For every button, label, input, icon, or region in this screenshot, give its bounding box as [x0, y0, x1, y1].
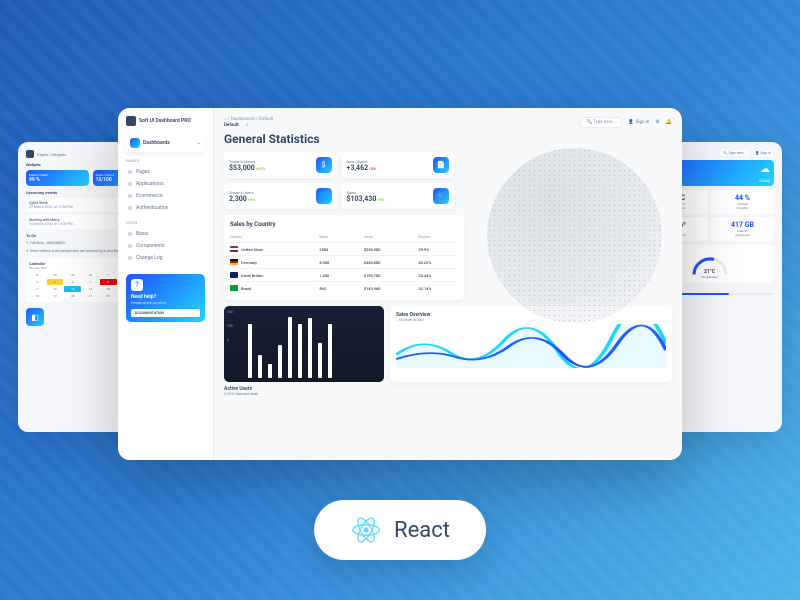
sidebar-item-authentication[interactable]: Authentication	[126, 202, 205, 214]
cart-icon: 🛒	[433, 188, 449, 204]
sidebar: Soft UI Dashboard PRO Dashboards ⌄ PAGES…	[118, 108, 214, 460]
sidebar-item-dashboards[interactable]: Dashboards ⌄	[126, 134, 205, 152]
stat-clients: New Clients+3,462 -2%📄	[342, 152, 455, 178]
sidebar-item-components[interactable]: Components	[126, 240, 205, 252]
sales-by-country-table: Sales by Country Country:Sales:Value:Bou…	[224, 215, 464, 300]
flag-de-icon	[230, 259, 238, 265]
search-input[interactable]: 🔍 Type here...	[720, 150, 749, 156]
page-title: General Statistics	[224, 132, 672, 146]
help-icon: ?	[131, 279, 143, 291]
sidebar-section-label: PAGES	[126, 158, 205, 163]
stat-users: Today's Users2,300 +3%🌐	[224, 183, 337, 209]
table-row[interactable]: Brazil562$143,96032.14%	[230, 281, 458, 294]
documentation-button[interactable]: DOCUMENTATION	[131, 309, 200, 317]
react-icon	[350, 514, 382, 546]
flag-gb-icon	[230, 272, 238, 278]
flag-us-icon	[230, 246, 238, 252]
sidebar-item-changelog[interactable]: Change Log	[126, 252, 205, 264]
content: ⌂ / Dashboards / Default Default ≡ 🔍 Typ…	[214, 108, 682, 460]
user-icon: 👤	[628, 120, 634, 125]
table-row[interactable]: Germany3.900$440,00040.22%	[230, 255, 458, 268]
metric-card: 44 %OutsideHumidity	[711, 190, 774, 214]
doc-icon: 📄	[433, 157, 449, 173]
bar-chart: 4002000	[224, 306, 384, 382]
shop-icon	[130, 138, 140, 148]
cloud-icon: ☁	[760, 164, 770, 175]
bell-icon[interactable]: 🔔	[666, 119, 672, 125]
sidebar-item-pages[interactable]: Pages	[126, 166, 205, 178]
sidebar-item-basic[interactable]: Basic	[126, 228, 205, 240]
sidebar-section-label: DOCS	[126, 220, 205, 225]
table-row[interactable]: United State2500$230,90029.9%	[230, 242, 458, 255]
breadcrumb: ⌂ / Dashboards / Default Default ≡	[224, 116, 273, 128]
menu-icon[interactable]: ≡	[246, 123, 249, 128]
react-label: React	[394, 518, 450, 543]
coins-icon: $	[316, 157, 332, 173]
sales-overview-chart: Sales Overview ↑ 4% more in 2021	[390, 306, 672, 382]
flag-br-icon	[230, 285, 238, 291]
signin-button[interactable]: 👤 Sign In	[752, 150, 774, 156]
breadcrumb: Pages / Widgets	[37, 152, 66, 157]
stat-money: Today's Money$53,000 +55%$	[224, 152, 337, 178]
table-row[interactable]: Great Britain1.400$190,70023.44%	[230, 268, 458, 281]
main-dashboard-card: Soft UI Dashboard PRO Dashboards ⌄ PAGES…	[118, 108, 682, 460]
globe-icon: 🌐	[316, 188, 332, 204]
logo-icon	[26, 150, 34, 158]
help-card: ? Need help? Please check our docs DOCUM…	[126, 274, 205, 322]
stat-sales: Sales$103,430 +5%🛒	[342, 183, 455, 209]
search-input[interactable]: 🔍 Type here...	[580, 117, 622, 128]
metric-card: 417 GBInternetAll Devices	[711, 217, 774, 241]
signin-button[interactable]: 👤Sign In	[628, 120, 649, 125]
cube-icon[interactable]: ◧	[26, 308, 44, 326]
react-badge: React	[314, 500, 486, 560]
settings-icon[interactable]: ⚙	[655, 119, 659, 125]
sidebar-item-applications[interactable]: Applications	[126, 178, 205, 190]
globe-graphic	[487, 148, 662, 323]
sidebar-item-ecommerce[interactable]: Ecommerce	[126, 190, 205, 202]
stat-battery: Battery Health 99 %	[26, 170, 89, 186]
logo-icon	[126, 116, 136, 126]
brand[interactable]: Soft UI Dashboard PRO	[126, 116, 205, 126]
active-users-subtitle: (+23%) than last week	[224, 392, 672, 396]
